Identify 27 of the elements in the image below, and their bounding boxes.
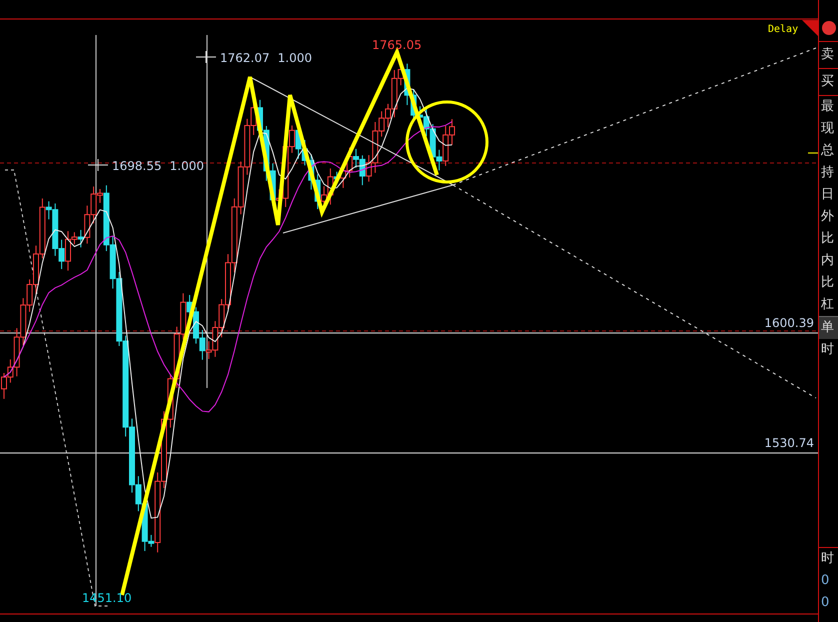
side-panel-label: 时 <box>819 547 838 570</box>
crosshair-icon <box>88 158 108 172</box>
side-panel-label[interactable]: 单 <box>819 316 838 339</box>
side-panel-label: 最 <box>819 95 838 118</box>
side-panel-label: 总 <box>820 142 835 160</box>
side-panel-label: 持 <box>820 164 835 182</box>
side-panel-label: 杠 <box>820 296 835 314</box>
price-level-label: 1530.74 <box>764 436 814 450</box>
side-panel-label: 0 <box>820 594 830 612</box>
crosshair-icon <box>196 50 216 64</box>
side-panel-label: 比 <box>820 274 835 292</box>
delay-label: Delay <box>768 24 798 35</box>
side-panel-label: 日 <box>820 186 835 204</box>
status-dot-icon <box>822 21 836 35</box>
side-panel-label[interactable]: 买 <box>819 68 838 95</box>
side-panel-label: 比 <box>820 230 835 248</box>
side-panel-label[interactable]: 卖 <box>819 41 838 68</box>
side-panel-label: 外 <box>820 208 835 226</box>
price-marker-label: 1698.55 1.000 <box>112 159 204 173</box>
side-panel-label: 时 <box>820 341 835 359</box>
side-panel-label: 0 <box>820 572 830 590</box>
price-tick <box>808 152 818 154</box>
extreme-price-label: 1765.05 <box>372 38 422 52</box>
side-panel-label: 现 <box>820 120 835 138</box>
price-level-label: 1600.39 <box>764 316 814 330</box>
side-panel-label: 内 <box>820 252 835 270</box>
price-marker-label: 1762.07 1.000 <box>220 51 312 65</box>
